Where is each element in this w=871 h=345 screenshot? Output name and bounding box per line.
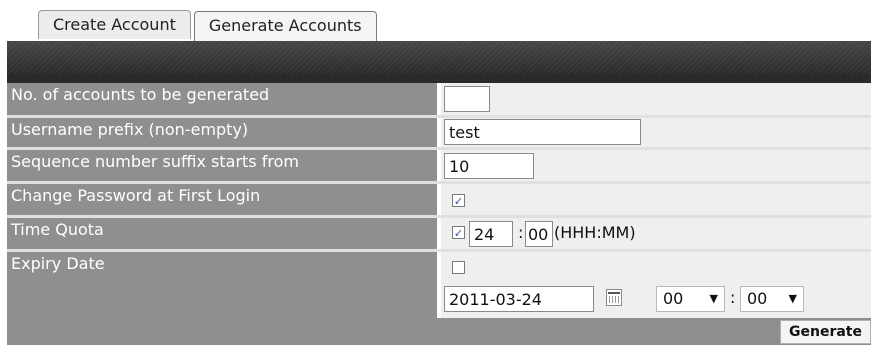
accounts-count-input[interactable] [444,86,490,112]
form-row-accounts-count: No. of accounts to be generated [7,83,871,115]
form-row-username-prefix: Username prefix (non-empty) [7,115,871,150]
change-password-cell [441,184,871,218]
expiry-hour-value: 00 [663,289,684,308]
chevron-down-icon: ▼ [709,292,718,305]
tab-generate-accounts[interactable]: Generate Accounts [193,11,377,42]
time-quota-format-hint: (HHH:MM) [554,223,636,242]
expiry-date-cell: 00 ▼ : 00 ▼ [441,252,871,321]
time-quota-colon: : [518,223,524,242]
header-band-edge [7,75,871,83]
form-row-change-password: Change Password at First Login [7,181,871,218]
change-password-checkbox[interactable] [452,194,465,207]
expiry-hour-select[interactable]: 00 ▼ [656,286,725,312]
header-band [7,41,871,75]
time-quota-hours-input[interactable] [469,221,513,247]
expiry-date-label: Expiry Date [7,252,441,321]
sequence-start-cell [441,150,871,184]
time-quota-label: Time Quota [7,218,441,252]
form-row-time-quota: Time Quota : (HHH:MM) [7,215,871,252]
generate-button[interactable]: Generate [780,320,871,344]
expiry-time-colon: : [730,288,736,307]
calendar-icon[interactable] [606,289,622,306]
username-prefix-cell [441,118,871,150]
form-row-sequence-start: Sequence number suffix starts from [7,147,871,184]
time-quota-minutes-input[interactable] [525,221,553,247]
sequence-start-label: Sequence number suffix starts from [7,150,441,184]
expiry-minute-select[interactable]: 00 ▼ [740,286,804,312]
chevron-down-icon: ▼ [788,292,797,305]
accounts-count-cell [441,83,871,115]
expiry-date-checkbox[interactable] [452,261,465,274]
time-quota-cell: : (HHH:MM) [441,218,871,252]
expiry-date-input[interactable] [444,286,594,312]
username-prefix-input[interactable] [444,119,641,145]
username-prefix-label: Username prefix (non-empty) [7,118,441,150]
accounts-count-label: No. of accounts to be generated [7,83,441,115]
expiry-minute-value: 00 [747,289,768,308]
change-password-label: Change Password at First Login [7,184,441,218]
tab-bar: Create Account Generate Accounts [38,10,380,42]
form-row-expiry-date: Expiry Date 00 ▼ : 00 ▼ [7,249,871,321]
time-quota-checkbox[interactable] [452,226,465,239]
tab-create-account[interactable]: Create Account [38,10,191,39]
form-footer: Generate [7,318,871,345]
sequence-start-input[interactable] [444,153,534,179]
